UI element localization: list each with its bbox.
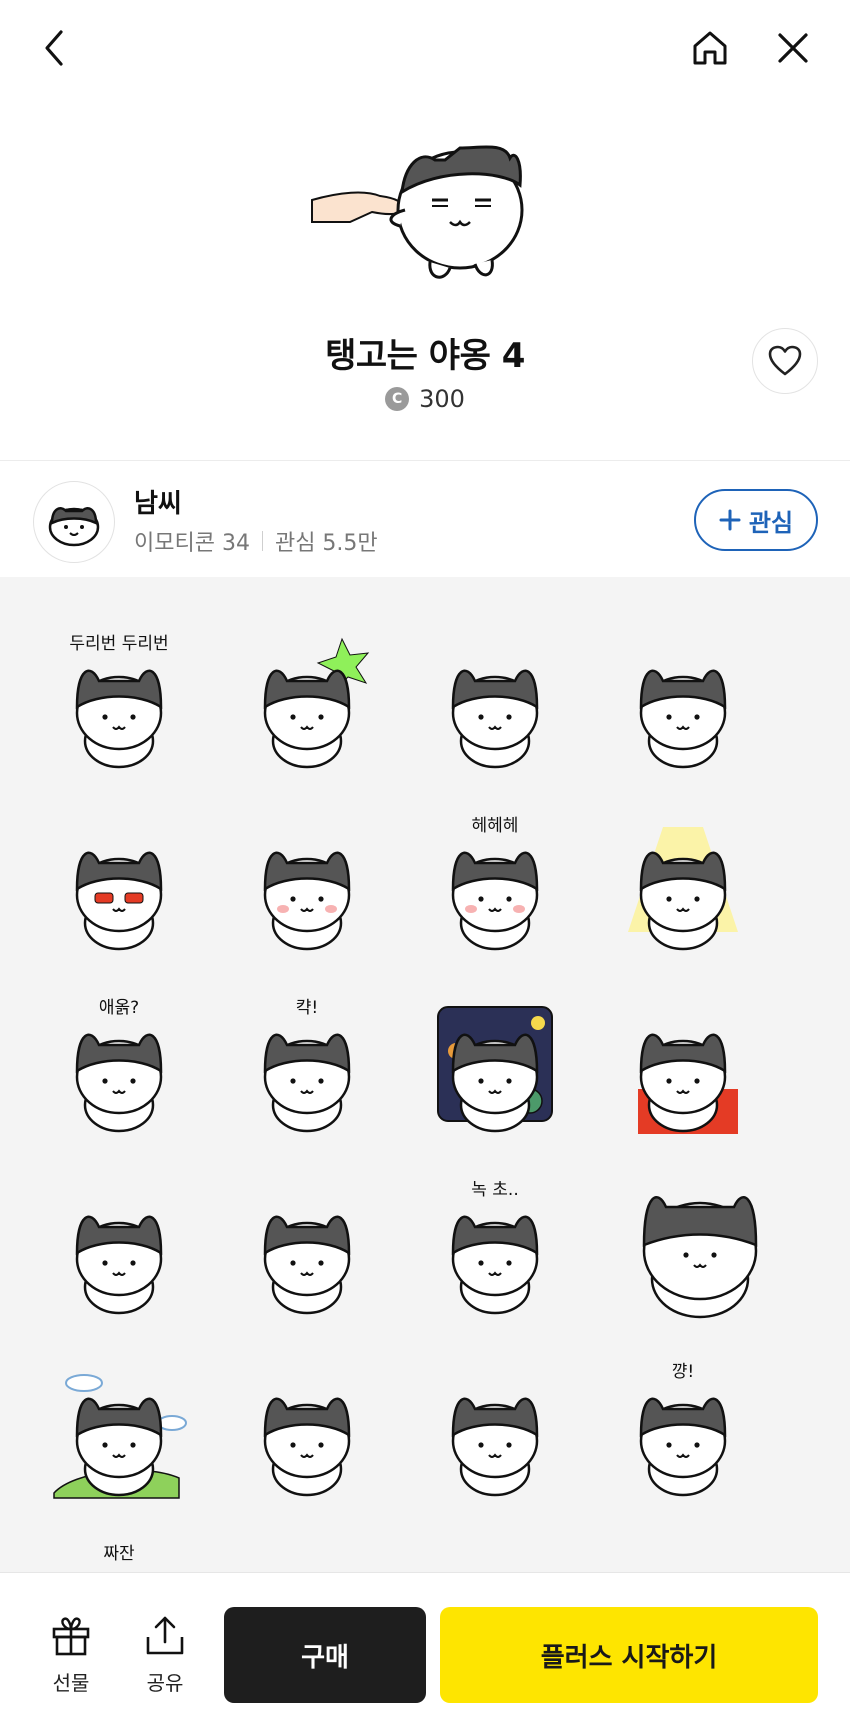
share-icon <box>146 1616 184 1655</box>
close-icon[interactable] <box>767 22 819 74</box>
price-value: 300 <box>419 385 465 413</box>
cat-sticker-image <box>420 1535 570 1572</box>
author-row: 남씨 이모티콘 34 관심 5.5만 관심 <box>0 461 850 577</box>
sticker-item[interactable] <box>608 1171 758 1321</box>
cat-sticker-image <box>451 1397 539 1497</box>
meta-separator <box>261 531 263 551</box>
buy-button[interactable]: 구매 <box>224 1607 426 1703</box>
cat-sticker-image <box>263 1215 351 1315</box>
sticker-item[interactable]: 짜잔 <box>44 1535 194 1572</box>
sticker-item[interactable] <box>608 625 758 775</box>
sticker-caption: 헤헤헤 <box>471 816 519 836</box>
follow-label: 관심 <box>748 508 794 537</box>
sticker-item[interactable] <box>608 807 758 957</box>
gift-label: 선물 <box>52 1671 90 1695</box>
gift-button[interactable]: 선물 <box>36 1615 106 1696</box>
emoticon-count: 이모티콘 34 <box>134 531 250 556</box>
sticker-item[interactable] <box>608 989 758 1139</box>
sticker-caption: 녹 초.. <box>471 1180 519 1200</box>
cat-sticker-image <box>263 1397 351 1497</box>
cat-sticker-image <box>75 1215 163 1315</box>
sticker-caption: 꺙! <box>671 1362 695 1382</box>
cat-sticker-image <box>638 1033 738 1134</box>
share-label: 공유 <box>146 1671 184 1695</box>
sticker-item[interactable] <box>420 989 570 1139</box>
plus-start-button[interactable]: 플러스 시작하기 <box>440 1607 818 1703</box>
hero-sticker <box>0 130 850 300</box>
heart-outline-icon <box>768 345 802 376</box>
sticker-item[interactable]: 헤헤헤 <box>420 807 570 957</box>
sticker-item[interactable]: 두리번 두리번 <box>44 625 194 775</box>
plus-icon <box>719 509 741 531</box>
chevron-left-icon[interactable] <box>28 22 80 74</box>
cat-sticker-image <box>437 1006 553 1133</box>
cat-sticker-image <box>451 669 539 769</box>
sticker-item[interactable] <box>420 625 570 775</box>
sticker-caption: 짜잔 <box>103 1544 135 1564</box>
follower-count: 관심 5.5만 <box>274 531 378 556</box>
cat-sticker-image <box>642 1196 758 1319</box>
sticker-item[interactable] <box>232 1171 382 1321</box>
gift-icon <box>52 1617 90 1656</box>
sticker-item[interactable]: 꺙! <box>608 1353 758 1503</box>
cat-sticker-image <box>608 1535 758 1572</box>
cat-sticker-image <box>53 1374 187 1499</box>
sticker-item[interactable]: 녹 초.. <box>420 1171 570 1321</box>
cat-hand-shake-image <box>311 145 524 279</box>
avatar[interactable] <box>33 481 115 563</box>
bottom-bar: 선물 공유 구매 플러스 시작하기 <box>0 1572 850 1730</box>
sticker-grid-area: 두리번 두리번헤헤헤애옭? 캭! 녹 초.. 꺙! 짜잔 <box>0 577 850 1572</box>
author-name[interactable]: 남씨 <box>134 483 182 520</box>
cat-sticker-image <box>628 827 738 951</box>
sticker-item[interactable] <box>608 1535 758 1572</box>
follow-button[interactable]: 관심 <box>694 489 818 551</box>
sticker-item[interactable] <box>232 1353 382 1503</box>
sticker-item[interactable] <box>232 1535 382 1572</box>
cat-sticker-image <box>232 1535 382 1572</box>
sticker-caption: 두리번 두리번 <box>69 634 169 654</box>
cat-sticker-image <box>263 851 351 951</box>
sticker-item[interactable] <box>232 807 382 957</box>
sticker-item[interactable] <box>420 1353 570 1503</box>
sticker-item[interactable] <box>44 807 194 957</box>
cat-sticker-image <box>75 851 163 951</box>
sticker-item[interactable] <box>420 1535 570 1572</box>
sticker-caption: 애옭? <box>98 998 140 1018</box>
home-icon[interactable] <box>684 22 736 74</box>
sticker-item[interactable]: 애옭? <box>44 989 194 1139</box>
sticker-caption: 캭! <box>295 998 319 1018</box>
sticker-item[interactable] <box>44 1171 194 1321</box>
product-title: 탱고는 야옹 4 <box>325 336 525 376</box>
cat-sticker-image <box>639 669 727 769</box>
coin-icon: C <box>385 387 410 411</box>
sticker-grid: 두리번 두리번헤헤헤애옭? 캭! 녹 초.. 꺙! 짜잔 <box>44 625 758 1572</box>
sticker-item[interactable] <box>44 1353 194 1503</box>
cat-sticker-image <box>263 637 370 769</box>
price-row: C 300 <box>0 385 850 413</box>
share-button[interactable]: 공유 <box>130 1615 200 1696</box>
author-meta: 이모티콘 34 관심 5.5만 <box>134 525 378 557</box>
sticker-item[interactable] <box>232 625 382 775</box>
like-button[interactable] <box>752 328 818 394</box>
top-bar <box>0 0 850 100</box>
sticker-item[interactable]: 캭! <box>232 989 382 1139</box>
